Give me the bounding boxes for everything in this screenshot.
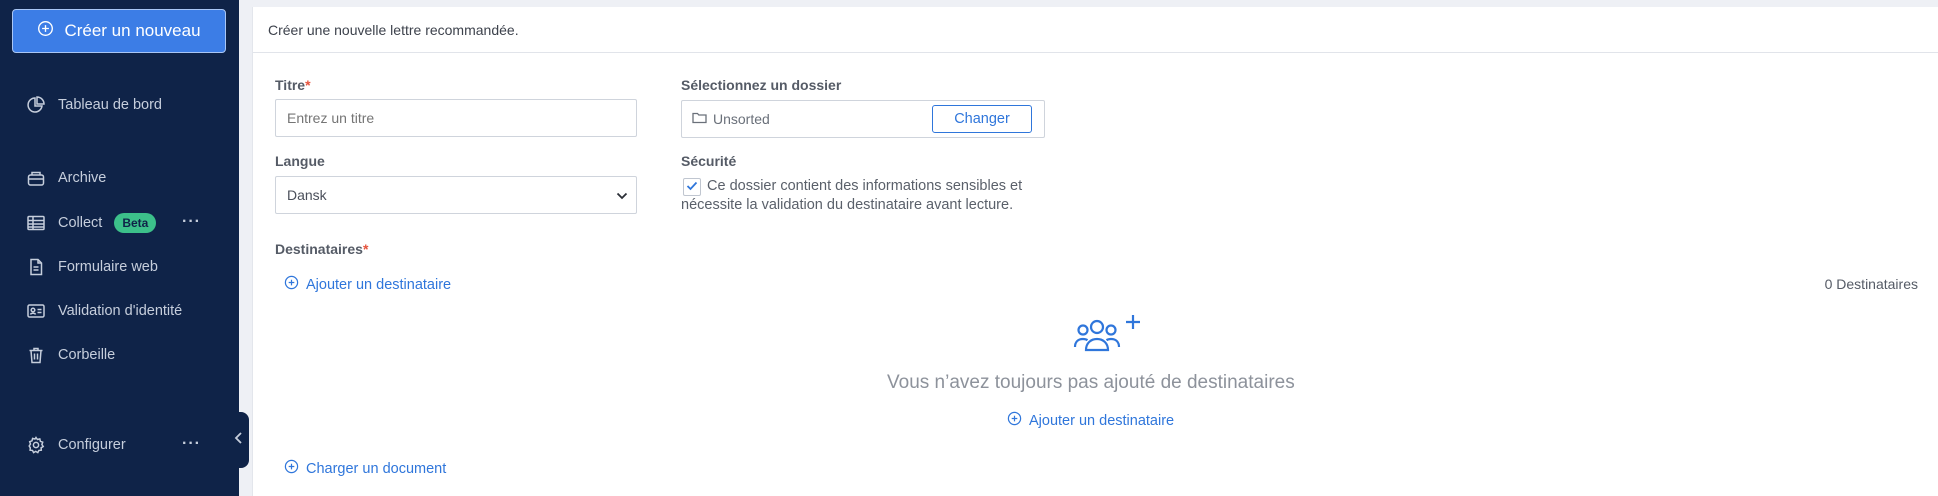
collect-more-icon[interactable]: ···	[182, 213, 201, 231]
sidebar-item-web-form[interactable]: Formulaire web	[25, 255, 158, 279]
plus-circle-icon	[1007, 411, 1022, 430]
page-title: Créer une nouvelle lettre recommandée.	[253, 7, 1938, 53]
recipients-label-text: Destinataires	[275, 241, 363, 257]
security-label: Sécurité	[681, 153, 737, 169]
trash-icon	[25, 345, 46, 366]
recipients-label: Destinataires*	[275, 241, 368, 257]
check-icon	[686, 178, 698, 196]
folder-label: Sélectionnez un dossier	[681, 77, 842, 93]
plus-circle-icon	[284, 275, 299, 294]
chevron-down-icon	[616, 187, 628, 203]
empty-add-recipient-label: Ajouter un destinataire	[1029, 412, 1175, 429]
security-checkbox[interactable]	[683, 178, 701, 196]
chart-pie-icon	[25, 95, 46, 116]
main-panel: Créer une nouvelle lettre recommandée. T…	[252, 7, 1938, 496]
folder-icon	[692, 111, 707, 127]
sidebar-item-archive[interactable]: Archive	[25, 166, 106, 190]
sidebar-item-label: Collect	[58, 215, 103, 231]
sidebar-item-label: Formulaire web	[58, 259, 158, 275]
empty-recipients-message: Vous n’avez toujours pas ajouté de desti…	[887, 372, 1295, 393]
table-icon	[25, 213, 46, 234]
add-recipient-label: Ajouter un destinataire	[306, 276, 452, 293]
required-marker: *	[362, 241, 369, 257]
sidebar-item-dashboard[interactable]: Tableau de bord	[25, 93, 162, 117]
sidebar-item-configure[interactable]: Configurer	[25, 433, 126, 457]
folder-field: Unsorted Changer	[681, 100, 1045, 138]
language-value: Dansk	[287, 187, 327, 203]
language-label: Langue	[275, 153, 325, 169]
recipients-count: 0 Destinataires	[1824, 276, 1918, 292]
create-new-label: Créer un nouveau	[64, 21, 201, 40]
archive-box-icon	[25, 168, 46, 189]
language-select[interactable]: Dansk	[275, 176, 637, 214]
required-marker: *	[305, 77, 311, 93]
plus-circle-icon	[284, 459, 299, 478]
create-new-button[interactable]: Créer un nouveau	[12, 9, 226, 53]
security-text-line2: nécessite la validation du destinataire …	[681, 197, 1014, 213]
change-folder-button[interactable]: Changer	[932, 105, 1032, 133]
document-icon	[25, 257, 46, 278]
empty-add-recipient-link[interactable]: Ajouter un destinataire	[1007, 411, 1174, 430]
gear-icon	[25, 435, 46, 456]
id-card-icon	[25, 301, 46, 322]
sidebar-item-label: Archive	[58, 170, 107, 186]
sidebar-item-label: Tableau de bord	[58, 97, 162, 113]
upload-document-link[interactable]: Charger un document	[284, 459, 446, 478]
configure-more-icon[interactable]: ···	[182, 435, 201, 453]
title-label-text: Titre	[275, 77, 306, 93]
security-text-line1: Ce dossier contient des informations sen…	[707, 178, 1023, 194]
sidebar-item-collect[interactable]: Collect Beta	[25, 211, 157, 235]
sidebar-item-label: Configurer	[58, 437, 126, 453]
sidebar-item-label: Corbeille	[58, 347, 116, 363]
chevron-left-icon	[234, 431, 244, 450]
title-label: Titre*	[275, 77, 311, 93]
folder-value: Unsorted	[713, 111, 770, 127]
add-users-icon	[1073, 313, 1145, 362]
sidebar: Créer un nouveau Tableau de bord Archive…	[0, 0, 239, 496]
upload-document-label: Charger un document	[306, 460, 447, 477]
sidebar-item-identity-validation[interactable]: Validation d'identité	[25, 299, 182, 323]
sidebar-item-trash[interactable]: Corbeille	[25, 343, 115, 367]
sidebar-item-label: Validation d'identité	[58, 303, 183, 319]
beta-badge: Beta	[114, 213, 157, 233]
add-recipient-link[interactable]: Ajouter un destinataire	[284, 275, 451, 294]
title-input[interactable]	[275, 99, 637, 137]
plus-circle-icon	[37, 20, 54, 42]
collapse-sidebar-button[interactable]	[228, 412, 249, 468]
